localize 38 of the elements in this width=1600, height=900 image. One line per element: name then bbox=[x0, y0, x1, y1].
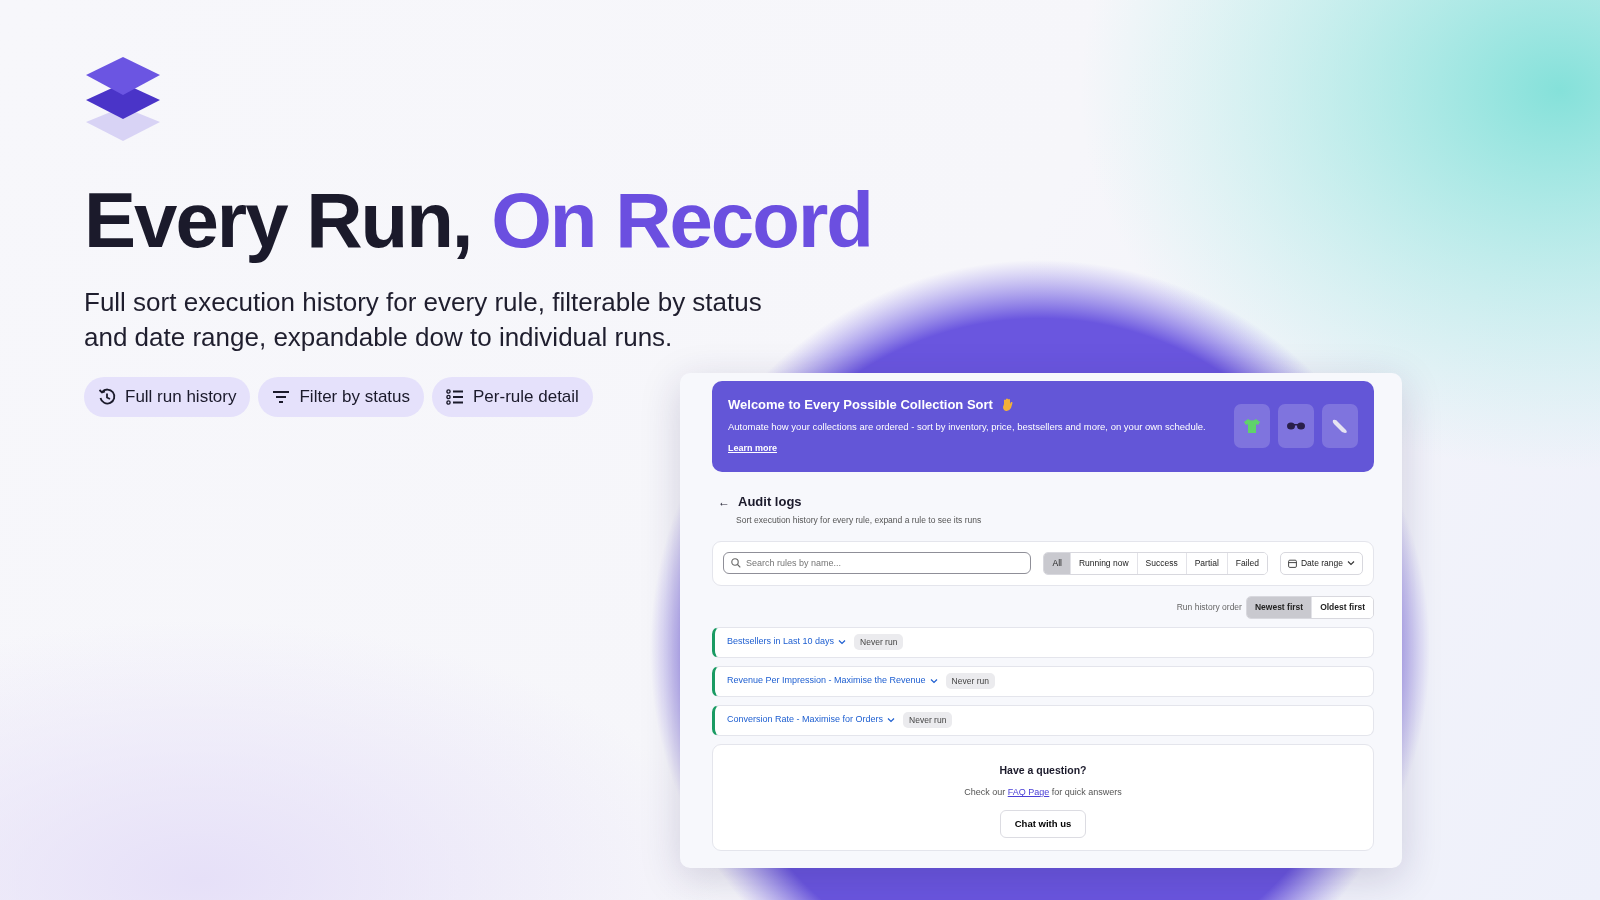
status-filter-tab[interactable]: All bbox=[1044, 553, 1070, 574]
search-field[interactable]: Search rules by name... bbox=[723, 552, 1032, 575]
history-icon bbox=[98, 387, 116, 406]
faq-link[interactable]: FAQ Page bbox=[1007, 787, 1050, 798]
t-shirt-icon bbox=[1243, 418, 1261, 435]
calendar-icon bbox=[1287, 558, 1297, 568]
rule-name-toggle[interactable]: Bestsellers in Last 10 days bbox=[727, 635, 847, 649]
help-text: Check our FAQ Page for quick answers bbox=[963, 786, 1123, 800]
list-icon bbox=[446, 387, 465, 406]
feature-chip[interactable]: Per-rule detail bbox=[432, 377, 593, 417]
rule-name-toggle[interactable]: Conversion Rate - Maximise for Orders bbox=[727, 713, 896, 727]
banner-text: Automate how your collections are ordered - sort by inventory, price, bestsellers and more, on your own schedule. bbox=[728, 419, 1207, 434]
waving-hand-icon bbox=[1000, 397, 1014, 412]
sort-order-tab[interactable]: Newest first bbox=[1246, 596, 1312, 618]
sunglasses-icon bbox=[1286, 421, 1306, 432]
status-badge: Never run bbox=[903, 711, 953, 729]
chevron-down-icon bbox=[1347, 560, 1355, 567]
chat-button[interactable]: Chat with us bbox=[999, 809, 1087, 838]
rule-name-toggle[interactable]: Revenue Per Impression - Maximise the Revenue bbox=[727, 674, 938, 688]
chevron-down-icon bbox=[887, 717, 896, 723]
back-button[interactable]: ← bbox=[718, 492, 730, 511]
feature-chip[interactable]: Full run history bbox=[84, 377, 251, 417]
date-range-button[interactable]: Date range bbox=[1279, 552, 1363, 575]
page-title: Audit logs bbox=[738, 492, 802, 511]
status-filter-tab[interactable]: Failed bbox=[1226, 553, 1267, 574]
chevron-down-icon bbox=[838, 639, 847, 645]
logo-icon bbox=[84, 55, 162, 143]
order-label: Run history order bbox=[1176, 600, 1242, 614]
feature-chip[interactable]: Filter by status bbox=[258, 377, 425, 417]
chevron-down-icon bbox=[929, 678, 938, 684]
learn-more-link[interactable]: Learn more bbox=[728, 441, 778, 456]
status-badge: Never run bbox=[854, 633, 904, 651]
status-badge: Never run bbox=[945, 672, 995, 690]
subtitle: Full sort execution history for every rule, filterable by status and date range, expandable dow to individual runs. bbox=[84, 286, 763, 354]
banner-title: Welcome to Every Possible Collection Sort bbox=[728, 396, 993, 414]
page-subtitle: Sort execution history for every rule, expand a rule to see its runs bbox=[736, 514, 983, 527]
help-title: Have a question? bbox=[998, 762, 1088, 778]
sort-order-tab[interactable]: Oldest first bbox=[1311, 596, 1373, 618]
